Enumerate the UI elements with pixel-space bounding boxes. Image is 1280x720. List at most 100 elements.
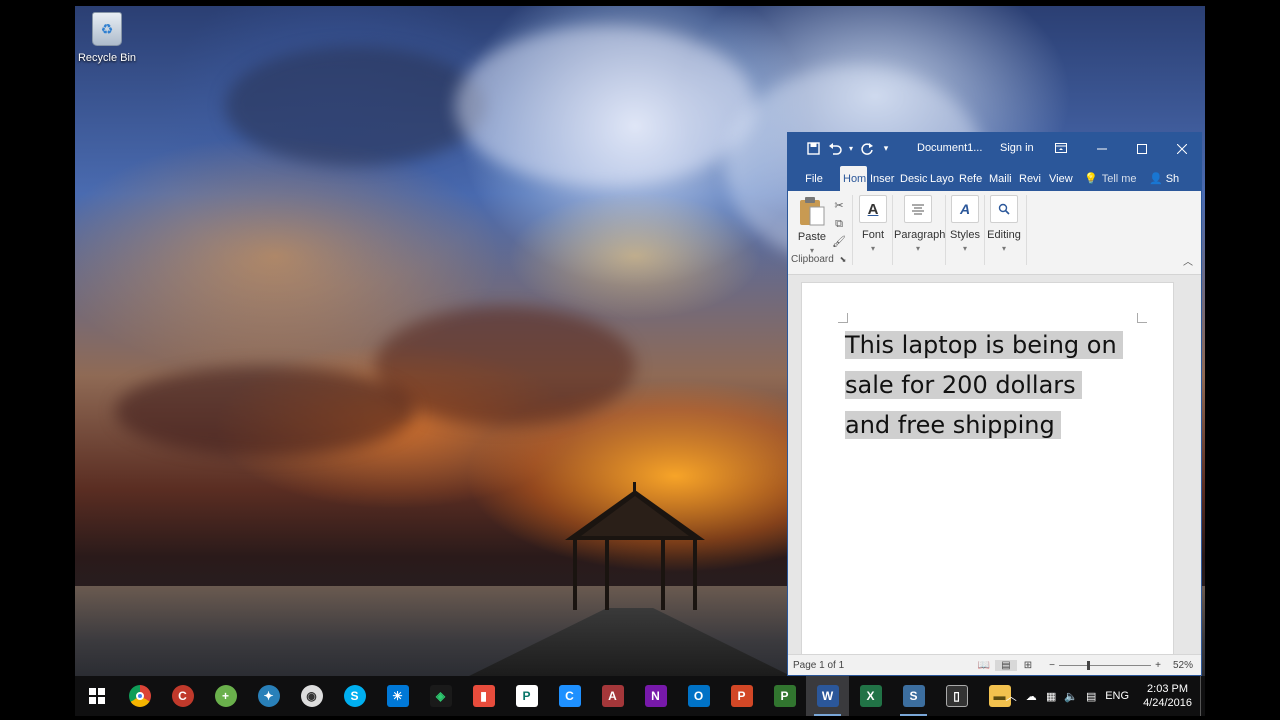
clipboard-label: Clipboard [791,254,834,265]
onenote-icon[interactable]: N [634,676,677,716]
cloud-sync-icon[interactable]: ☁ [1021,690,1041,703]
share-button[interactable]: 👤 Sh [1146,166,1186,191]
selected-text: sale for 200 dollars [845,371,1082,399]
tab-view[interactable]: View [1046,166,1076,191]
zoom-slider[interactable] [1059,661,1151,670]
read-mode-icon[interactable]: 📖 [973,660,995,671]
zoom-in-icon[interactable]: + [1151,660,1165,671]
web-layout-icon[interactable]: ⊞ [1017,660,1039,671]
paragraph-group-button[interactable]: Paragraph ▾ [894,195,946,253]
clipboard-group-label: Clipboard ⬊ [791,254,846,265]
document-page[interactable]: This laptop is being on sale for 200 dol… [801,282,1174,654]
outlook-icon[interactable]: O [677,676,720,716]
document-body-text[interactable]: This laptop is being on sale for 200 dol… [845,325,1123,445]
text-line: This laptop is being on [845,325,1123,365]
word-taskbar-icon[interactable]: W [806,676,849,716]
editing-group-button[interactable]: Editing ▾ [986,195,1022,253]
zoom-out-icon[interactable]: − [1045,660,1059,671]
notifications-icon[interactable]: ▤ [1081,690,1101,703]
customize-qat-icon[interactable]: ▾ [878,133,894,164]
language-indicator[interactable]: ENG [1105,690,1129,702]
show-desktop-button[interactable] [1200,676,1205,716]
tab-insert[interactable]: Inser [867,166,897,191]
webcam-icon[interactable]: ◉ [290,676,333,716]
tab-layout[interactable]: Layo [927,166,956,191]
paste-icon [800,197,825,226]
selected-text: This laptop is being on [845,331,1123,359]
font-dropdown-icon: ▾ [870,244,875,253]
gazebo-silhouette [565,482,705,610]
format-painter-icon[interactable]: 🖌 [832,233,846,251]
ribbon-tabs: File Hom Inser Desic Layo Refe Maili Rev… [788,164,1201,191]
undo-dropdown-icon[interactable]: ▾ [846,133,856,164]
paste-label: Paste [797,231,827,243]
bookmark-app-icon[interactable]: ▮ [462,676,505,716]
tab-review[interactable]: Revi [1016,166,1046,191]
ccleaner-icon[interactable]: C [161,676,204,716]
publisher-icon[interactable]: P [505,676,548,716]
paragraph-label: Paragraph [894,229,946,241]
diamond-app-icon[interactable]: ◈ [419,676,462,716]
crop-mark [1137,313,1147,323]
copy-icon[interactable]: ⧉ [832,215,846,233]
access-icon[interactable]: A [591,676,634,716]
person-icon: 👤 [1149,173,1163,185]
chevron-up-icon[interactable]: ︿ [1001,688,1021,704]
project-icon[interactable]: P [763,676,806,716]
print-layout-icon[interactable]: ▤ [995,659,1017,671]
ribbon-display-options-icon[interactable] [1053,139,1069,157]
clock[interactable]: 2:03 PM 4/24/2016 [1143,682,1192,710]
lightbulb-icon: 💡 [1084,173,1098,185]
document-area: This laptop is being on sale for 200 dol… [788,275,1201,654]
document-title: Document1... [917,142,983,154]
start-button[interactable] [75,676,118,716]
sublime-app-icon[interactable]: S [892,676,935,716]
clock-date: 4/24/2016 [1143,697,1192,709]
recycle-bin[interactable]: Recycle Bin [75,12,139,64]
save-icon[interactable] [802,133,824,164]
styles-group-button[interactable]: A Styles ▾ [948,195,982,253]
network-icon[interactable]: ▦ [1041,690,1061,703]
excel-icon[interactable]: X [849,676,892,716]
editing-dropdown-icon: ▾ [1001,244,1006,253]
volume-icon[interactable]: 🔈 [1061,690,1081,703]
recycle-bin-label: Recycle Bin [77,52,137,64]
chrome-icon[interactable] [118,676,161,716]
editing-label: Editing [987,229,1021,241]
paste-button[interactable]: Paste ▾ [794,195,830,255]
taskbar: C + ✦ ◉ S ☀ ◈ ▮ P C A N O P P W X S ▯ ▬ … [75,676,1205,716]
maximize-button[interactable] [1122,133,1162,164]
word-window: ▾ ▾ Document1... Sign in File Hom Inser … [787,132,1202,676]
tab-references[interactable]: Refe [956,166,986,191]
cut-icon[interactable]: ✂ [832,197,846,215]
dialog-launcher-icon[interactable]: ⬊ [840,255,847,264]
settings-blue-icon[interactable]: ✦ [247,676,290,716]
styles-icon: A [951,195,979,223]
tab-design[interactable]: Desic [897,166,927,191]
skype-icon[interactable]: S [333,676,376,716]
recycle-bin-icon [92,12,122,46]
clock-time: 2:03 PM [1147,683,1189,695]
status-bar: Page 1 of 1 📖 ▤ ⊞ − + 52% [788,654,1201,675]
phone-app-icon[interactable]: ▯ [935,676,978,716]
font-group-button[interactable]: A Font ▾ [856,195,890,253]
powerpoint-icon[interactable]: P [720,676,763,716]
title-bar: ▾ ▾ Document1... Sign in [788,133,1201,164]
page-count[interactable]: Page 1 of 1 [793,660,844,671]
app-green-icon[interactable]: + [204,676,247,716]
close-button[interactable] [1162,133,1202,164]
tell-me-box[interactable]: 💡 Tell me [1076,166,1146,191]
tab-file[interactable]: File [788,166,840,191]
sun-app-icon[interactable]: ☀ [376,676,419,716]
undo-icon[interactable] [824,133,846,164]
zoom-level[interactable]: 52% [1165,660,1201,671]
tab-home[interactable]: Hom [840,166,867,191]
crop-mark [838,313,848,323]
sign-in-link[interactable]: Sign in [1000,142,1034,154]
c-app-icon[interactable]: C [548,676,591,716]
collapse-ribbon-icon[interactable]: ︿ [1183,253,1193,268]
tab-mailings[interactable]: Maili [986,166,1016,191]
redo-icon[interactable] [856,133,878,164]
minimize-button[interactable] [1082,133,1122,164]
ribbon-home: Paste ▾ ✂ ⧉ 🖌 A Font ▾ Paragraph ▾ A Sty… [788,191,1201,275]
